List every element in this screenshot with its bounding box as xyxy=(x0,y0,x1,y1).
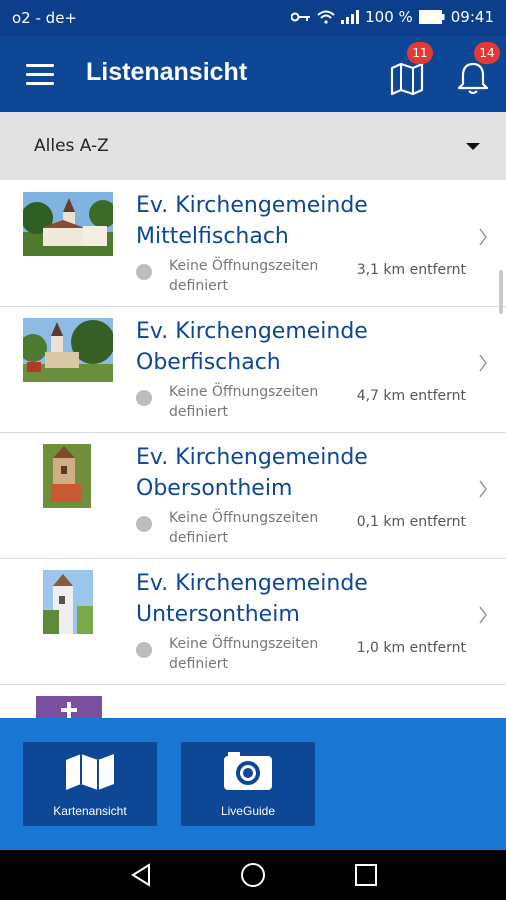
system-nav-bar xyxy=(0,850,506,900)
clock: 09:41 xyxy=(450,8,494,26)
notifications-button[interactable]: 14 xyxy=(454,42,500,98)
status-dot xyxy=(136,642,152,658)
church-photo xyxy=(23,444,113,508)
status-dot xyxy=(136,390,152,406)
camera-icon xyxy=(224,752,272,790)
bottom-bar: Kartenansicht LiveGuide xyxy=(0,718,506,850)
opening-hours: Keine Öffnungszeiten definiert xyxy=(169,510,319,546)
home-icon[interactable] xyxy=(240,862,266,888)
battery-percent: 100 % xyxy=(365,8,413,26)
page-title: Listenansicht xyxy=(86,58,248,86)
liveguide-label: LiveGuide xyxy=(220,804,276,818)
carrier-label: o2 - de+ xyxy=(12,9,77,27)
chevron-right-icon xyxy=(479,480,487,498)
status-dot xyxy=(136,264,152,280)
list-item[interactable]: Ev. Kirchengemeinde Obersontheim Keine Ö… xyxy=(0,432,506,559)
list-item-title: Ev. Kirchengemeinde Untersontheim xyxy=(136,571,368,627)
church-list: Ev. Kirchengemeinde Mittelfischach Keine… xyxy=(0,180,506,718)
map-icon xyxy=(390,62,424,96)
status-dot xyxy=(136,516,152,532)
church-photo xyxy=(23,192,113,256)
distance: 4,7 km entfernt xyxy=(356,388,466,404)
scrollbar[interactable] xyxy=(499,270,503,314)
church-photo xyxy=(23,570,113,634)
list-item-title: Ev. Kirchengemeinde Oberfischach xyxy=(136,319,368,375)
sort-dropdown[interactable]: Alles A-Z xyxy=(0,112,506,180)
status-bar: o2 - de+ 100 % 09:41 xyxy=(0,0,506,36)
notifications-badge: 14 xyxy=(474,42,500,64)
sort-selected: Alles A-Z xyxy=(34,136,109,156)
key-icon xyxy=(291,12,311,22)
battery-icon xyxy=(418,10,445,24)
back-icon[interactable] xyxy=(129,863,153,887)
cross-icon xyxy=(36,696,102,718)
bell-icon xyxy=(457,62,489,94)
church-photo xyxy=(23,318,113,382)
distance: 0,1 km entfernt xyxy=(356,514,466,530)
menu-icon[interactable] xyxy=(26,64,54,86)
opening-hours: Keine Öffnungszeiten definiert xyxy=(169,636,319,672)
chevron-right-icon xyxy=(479,606,487,624)
dropdown-caret-icon xyxy=(466,143,480,150)
chevron-right-icon xyxy=(479,354,487,372)
list-item[interactable]: Ev. Kirchengemeinde Untersontheim Keine … xyxy=(0,558,506,685)
map-icon xyxy=(66,754,114,790)
signal-icon xyxy=(341,10,360,24)
wifi-icon xyxy=(317,10,335,24)
app-bar: Listenansicht 11 14 xyxy=(0,36,506,112)
map-view-button[interactable]: Kartenansicht xyxy=(23,742,157,826)
distance: 3,1 km entfernt xyxy=(356,262,466,278)
list-item[interactable]: Ev. Kirchengemeinde Oberfischach Keine Ö… xyxy=(0,306,506,433)
map-button[interactable]: 11 xyxy=(387,42,433,98)
liveguide-button[interactable]: LiveGuide xyxy=(181,742,315,826)
chevron-right-icon xyxy=(479,228,487,246)
list-item-title: Ev. Kirchengemeinde Obersontheim xyxy=(136,445,368,501)
list-item[interactable] xyxy=(0,684,506,718)
distance: 1,0 km entfernt xyxy=(356,640,466,656)
opening-hours: Keine Öffnungszeiten definiert xyxy=(169,258,319,294)
recents-icon[interactable] xyxy=(355,864,377,886)
map-view-label: Kartenansicht xyxy=(53,804,127,818)
status-icons: 100 % 09:41 xyxy=(291,8,494,26)
list-item-title: Ev. Kirchengemeinde Mittelfischach xyxy=(136,193,368,249)
map-badge: 11 xyxy=(407,42,433,64)
opening-hours: Keine Öffnungszeiten definiert xyxy=(169,384,319,420)
list-item[interactable]: Ev. Kirchengemeinde Mittelfischach Keine… xyxy=(0,180,506,307)
